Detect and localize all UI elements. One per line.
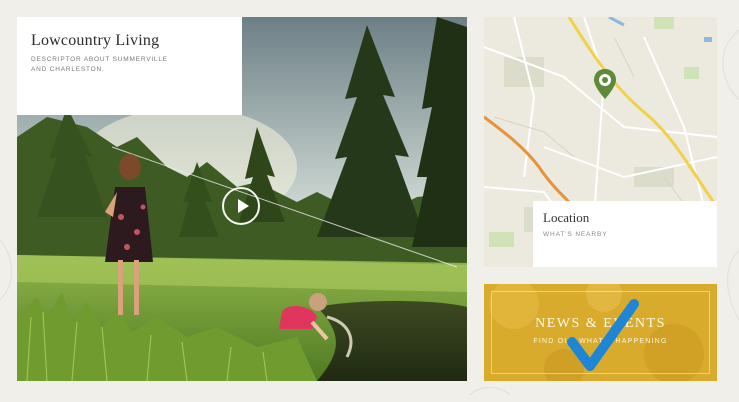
news-subtitle: FIND OUT WHAT'S HAPPENING (533, 338, 668, 345)
location-map-panel[interactable]: Location WHAT'S NEARBY (484, 17, 717, 267)
play-button[interactable] (222, 187, 260, 225)
news-events-panel[interactable]: NEWS & EVENTS FIND OUT WHAT'S HAPPENING (484, 284, 717, 381)
location-subtitle: WHAT'S NEARBY (543, 231, 608, 238)
location-card[interactable]: Location WHAT'S NEARBY (533, 201, 717, 267)
hero-caption-card: Lowcountry Living DESCRIPTOR ABOUT SUMME… (17, 17, 242, 115)
play-icon (238, 199, 249, 213)
location-title: Location (543, 210, 590, 225)
news-frame (491, 291, 710, 374)
hero-video-panel[interactable]: Lowcountry Living DESCRIPTOR ABOUT SUMME… (17, 17, 467, 381)
hero-description: DESCRIPTOR ABOUT SUMMERVILLE AND CHARLES… (31, 56, 168, 73)
hero-title: Lowcountry Living (31, 32, 160, 49)
news-title: NEWS & EVENTS (535, 316, 666, 331)
map-pin-icon[interactable] (594, 69, 616, 99)
